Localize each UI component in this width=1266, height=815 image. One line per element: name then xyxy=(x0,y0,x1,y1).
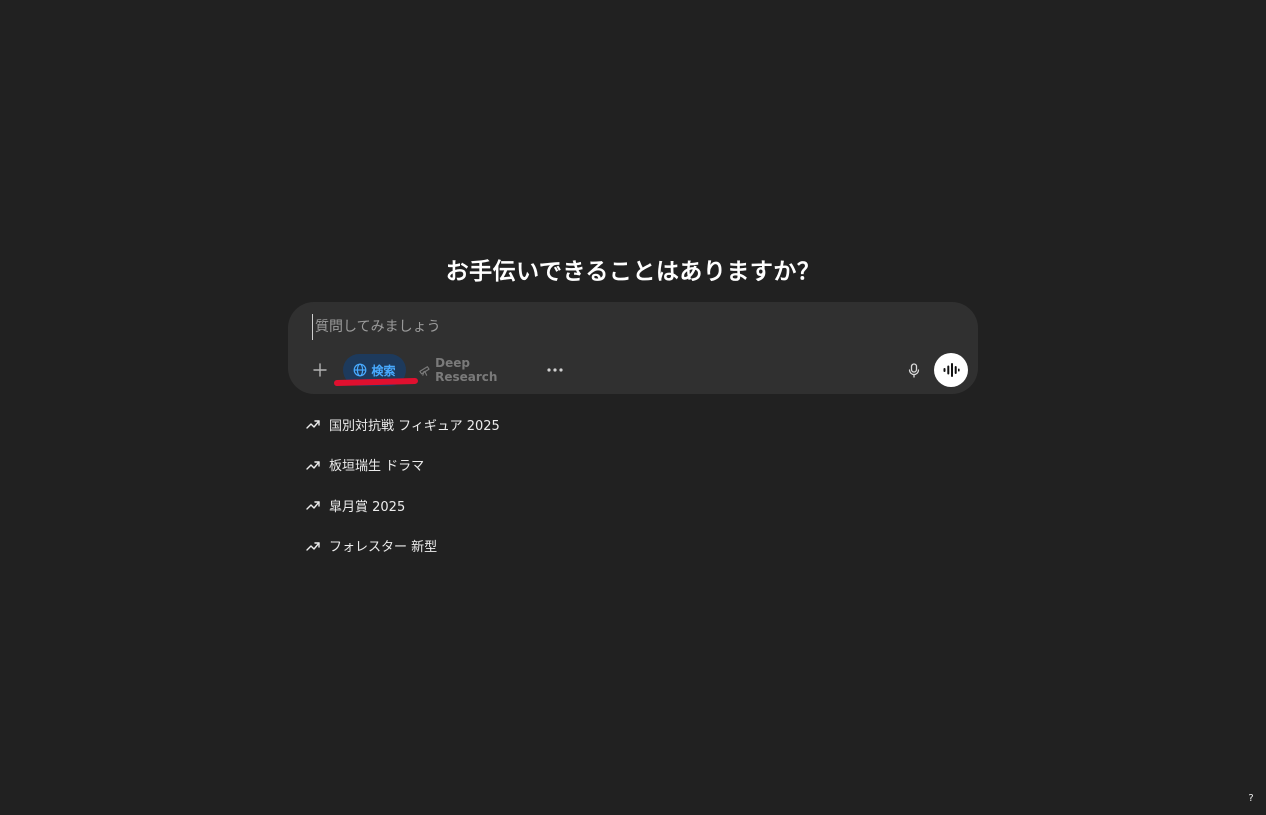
plus-icon xyxy=(313,363,327,377)
prompt-input[interactable] xyxy=(312,314,872,340)
voice-waveform-icon xyxy=(943,363,960,377)
chat-home: お手伝いできることはありますか？ 検索 xyxy=(0,0,1266,815)
trending-up-icon xyxy=(306,501,320,510)
suggestion-label: 国別対抗戦 フィギュア 2025 xyxy=(329,418,500,434)
globe-icon xyxy=(354,363,367,377)
microphone-icon xyxy=(908,362,920,378)
suggestion-item[interactable]: 板垣瑞生 ドラマ xyxy=(306,453,866,477)
suggestion-label: フォレスター 新型 xyxy=(329,540,438,555)
deep-research-label: Deep Research xyxy=(435,356,498,384)
trending-up-icon xyxy=(306,460,320,470)
prompt-composer: 検索 Deep Research xyxy=(288,302,978,394)
trending-up-icon xyxy=(306,420,320,429)
search-tool-label: 検索 xyxy=(371,363,396,378)
telescope-icon xyxy=(419,366,430,376)
suggestion-item[interactable]: フォレスター 新型 xyxy=(306,534,866,558)
red-annotation-underline xyxy=(333,377,419,387)
more-horizontal-icon xyxy=(547,368,563,372)
trending-suggestions: 国別対抗戦 フィギュア 2025 板垣瑞生 ドラマ 皐月賞 2025 フォレスタ… xyxy=(306,412,866,574)
help-button[interactable]: ? xyxy=(1242,790,1260,808)
suggestion-item[interactable]: 国別対抗戦 フィギュア 2025 xyxy=(306,412,866,436)
trending-up-icon xyxy=(306,541,320,551)
dictate-button[interactable] xyxy=(898,354,930,386)
deep-research-button[interactable]: Deep Research xyxy=(418,354,530,386)
voice-mode-button[interactable] xyxy=(934,353,968,387)
suggestion-label: 皐月賞 2025 xyxy=(329,499,406,515)
page-heading: お手伝いできることはありますか？ xyxy=(445,259,821,285)
add-attachment-button[interactable] xyxy=(304,354,336,386)
more-tools-button[interactable] xyxy=(539,354,571,386)
composer-toolbar: 検索 Deep Research xyxy=(288,352,978,388)
suggestion-label: 板垣瑞生 ドラマ xyxy=(329,459,425,474)
suggestion-item[interactable]: 皐月賞 2025 xyxy=(306,493,866,517)
